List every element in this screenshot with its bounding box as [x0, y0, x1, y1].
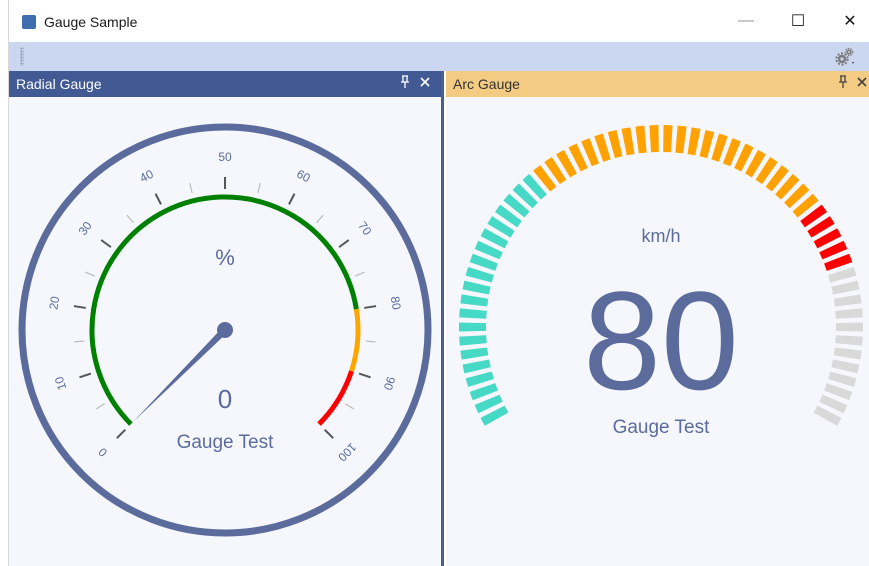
arc-gauge-segment: [828, 371, 857, 388]
arc-gauge-segment: [835, 335, 863, 346]
close-button[interactable]: ✕: [827, 0, 869, 42]
radial-major-tick: [358, 372, 371, 379]
radial-major-tick: [116, 428, 127, 439]
arc-gauge-segment: [460, 294, 489, 307]
radial-gauge-value: 0: [218, 384, 232, 414]
arc-gauge-segment: [462, 280, 491, 295]
radial-scale-label: 0: [95, 445, 110, 460]
radial-scale-label: 60: [294, 167, 313, 186]
arc-gauge-value: 80: [583, 262, 739, 419]
arc-gauge-segment: [833, 347, 862, 360]
arc-gauge-segment: [828, 266, 857, 283]
pin-icon[interactable]: [838, 75, 848, 92]
arc-gauge-segment: [462, 359, 491, 374]
radial-minor-tick: [126, 214, 134, 224]
toolbar: [9, 42, 869, 71]
app-icon: [22, 15, 36, 29]
arc-gauge-segment: [831, 280, 860, 295]
arc-gauge-segment: [465, 371, 494, 388]
radial-range-1: [349, 308, 361, 372]
radial-scale-label: 50: [218, 150, 232, 164]
radial-gauge-needle-hub: [217, 322, 233, 338]
arc-gauge-segment: [675, 125, 687, 154]
arc-gauge-panel-title: Arc Gauge: [453, 76, 520, 92]
toolbar-grip[interactable]: [20, 47, 24, 66]
arc-gauge-segment: [465, 266, 494, 283]
arc-gauge-segment: [460, 347, 489, 360]
arc-gauge-segment: [835, 308, 863, 319]
radial-minor-tick: [365, 340, 376, 343]
arc-gauge: km/h 80 Gauge Test: [459, 125, 863, 438]
radial-scale-label: 20: [46, 295, 62, 311]
arc-gauge-segment: [459, 308, 487, 319]
arc-gauge-segment: [607, 129, 623, 159]
title-bar: Gauge Sample — ☐ ✕: [9, 0, 869, 42]
radial-scale-label: 40: [137, 167, 156, 186]
radial-scale-label: 90: [381, 375, 399, 392]
app-window: Gauge Sample — ☐ ✕ Radial Gauge 0 10 20 …: [8, 0, 869, 566]
radial-major-tick: [154, 193, 162, 205]
radial-minor-tick: [95, 403, 106, 410]
minimize-button[interactable]: —: [723, 0, 769, 42]
arc-gauge-segment: [663, 125, 673, 153]
radial-minor-tick: [85, 271, 95, 277]
arc-gauge-unit: km/h: [641, 226, 680, 246]
arc-gauge-segment: [459, 335, 487, 346]
radial-minor-tick: [257, 183, 261, 194]
radial-minor-tick: [74, 340, 85, 343]
radial-gauge: 0 10 20 30 40 50 60 70 80 90 100 % 0 Gauge Test: [18, 123, 432, 537]
pin-icon[interactable]: [400, 75, 410, 92]
radial-scale-label: 80: [388, 295, 404, 311]
radial-major-tick: [338, 239, 350, 248]
arc-gauge-segment: [649, 125, 659, 153]
radial-major-tick: [79, 372, 92, 379]
radial-minor-tick: [189, 183, 193, 194]
window-title: Gauge Sample: [44, 14, 138, 30]
radial-scale-label: 70: [355, 219, 374, 238]
arc-gauge-segment: [831, 359, 860, 374]
radial-gauge-panel-header[interactable]: Radial Gauge: [9, 71, 441, 97]
arc-gauge-segment: [635, 125, 647, 154]
arc-gauge-segment: [621, 127, 635, 156]
radial-minor-tick: [355, 271, 365, 277]
radial-gauge-unit: %: [215, 245, 235, 270]
radial-range-2: [317, 370, 354, 426]
maximize-button[interactable]: ☐: [775, 0, 821, 42]
radial-major-tick: [73, 305, 86, 309]
radial-major-tick: [364, 305, 377, 309]
close-icon[interactable]: [856, 75, 868, 91]
arc-gauge-segment: [699, 129, 715, 159]
radial-scale-label: 30: [76, 219, 95, 238]
radial-gauge-caption: Gauge Test: [177, 432, 275, 453]
gear-icon[interactable]: [835, 47, 855, 67]
radial-major-tick: [323, 428, 334, 439]
radial-scale-label: 100: [335, 440, 359, 464]
arc-gauge-panel-header[interactable]: Arc Gauge: [446, 71, 869, 97]
arc-gauge-caption: Gauge Test: [613, 417, 711, 438]
radial-minor-tick: [344, 403, 355, 410]
arc-gauge-segment: [687, 127, 701, 156]
radial-major-tick: [100, 239, 112, 248]
radial-gauge-panel-title: Radial Gauge: [16, 76, 102, 92]
radial-gauge-needle: [133, 327, 228, 422]
arc-gauge-panel: Arc Gauge km/h 80 Gauge Test: [446, 71, 869, 566]
radial-minor-tick: [316, 214, 324, 224]
arc-gauge-segment: [459, 322, 487, 332]
radial-scale-label: 10: [52, 375, 70, 392]
radial-gauge-panel: Radial Gauge 0 10 20 30 40 50 60 70 80 90 100 % 0 …: [9, 71, 444, 566]
close-icon[interactable]: [419, 75, 431, 91]
arc-gauge-segment: [833, 294, 862, 307]
arc-gauge-segment: [835, 322, 863, 332]
radial-major-tick: [288, 193, 296, 205]
